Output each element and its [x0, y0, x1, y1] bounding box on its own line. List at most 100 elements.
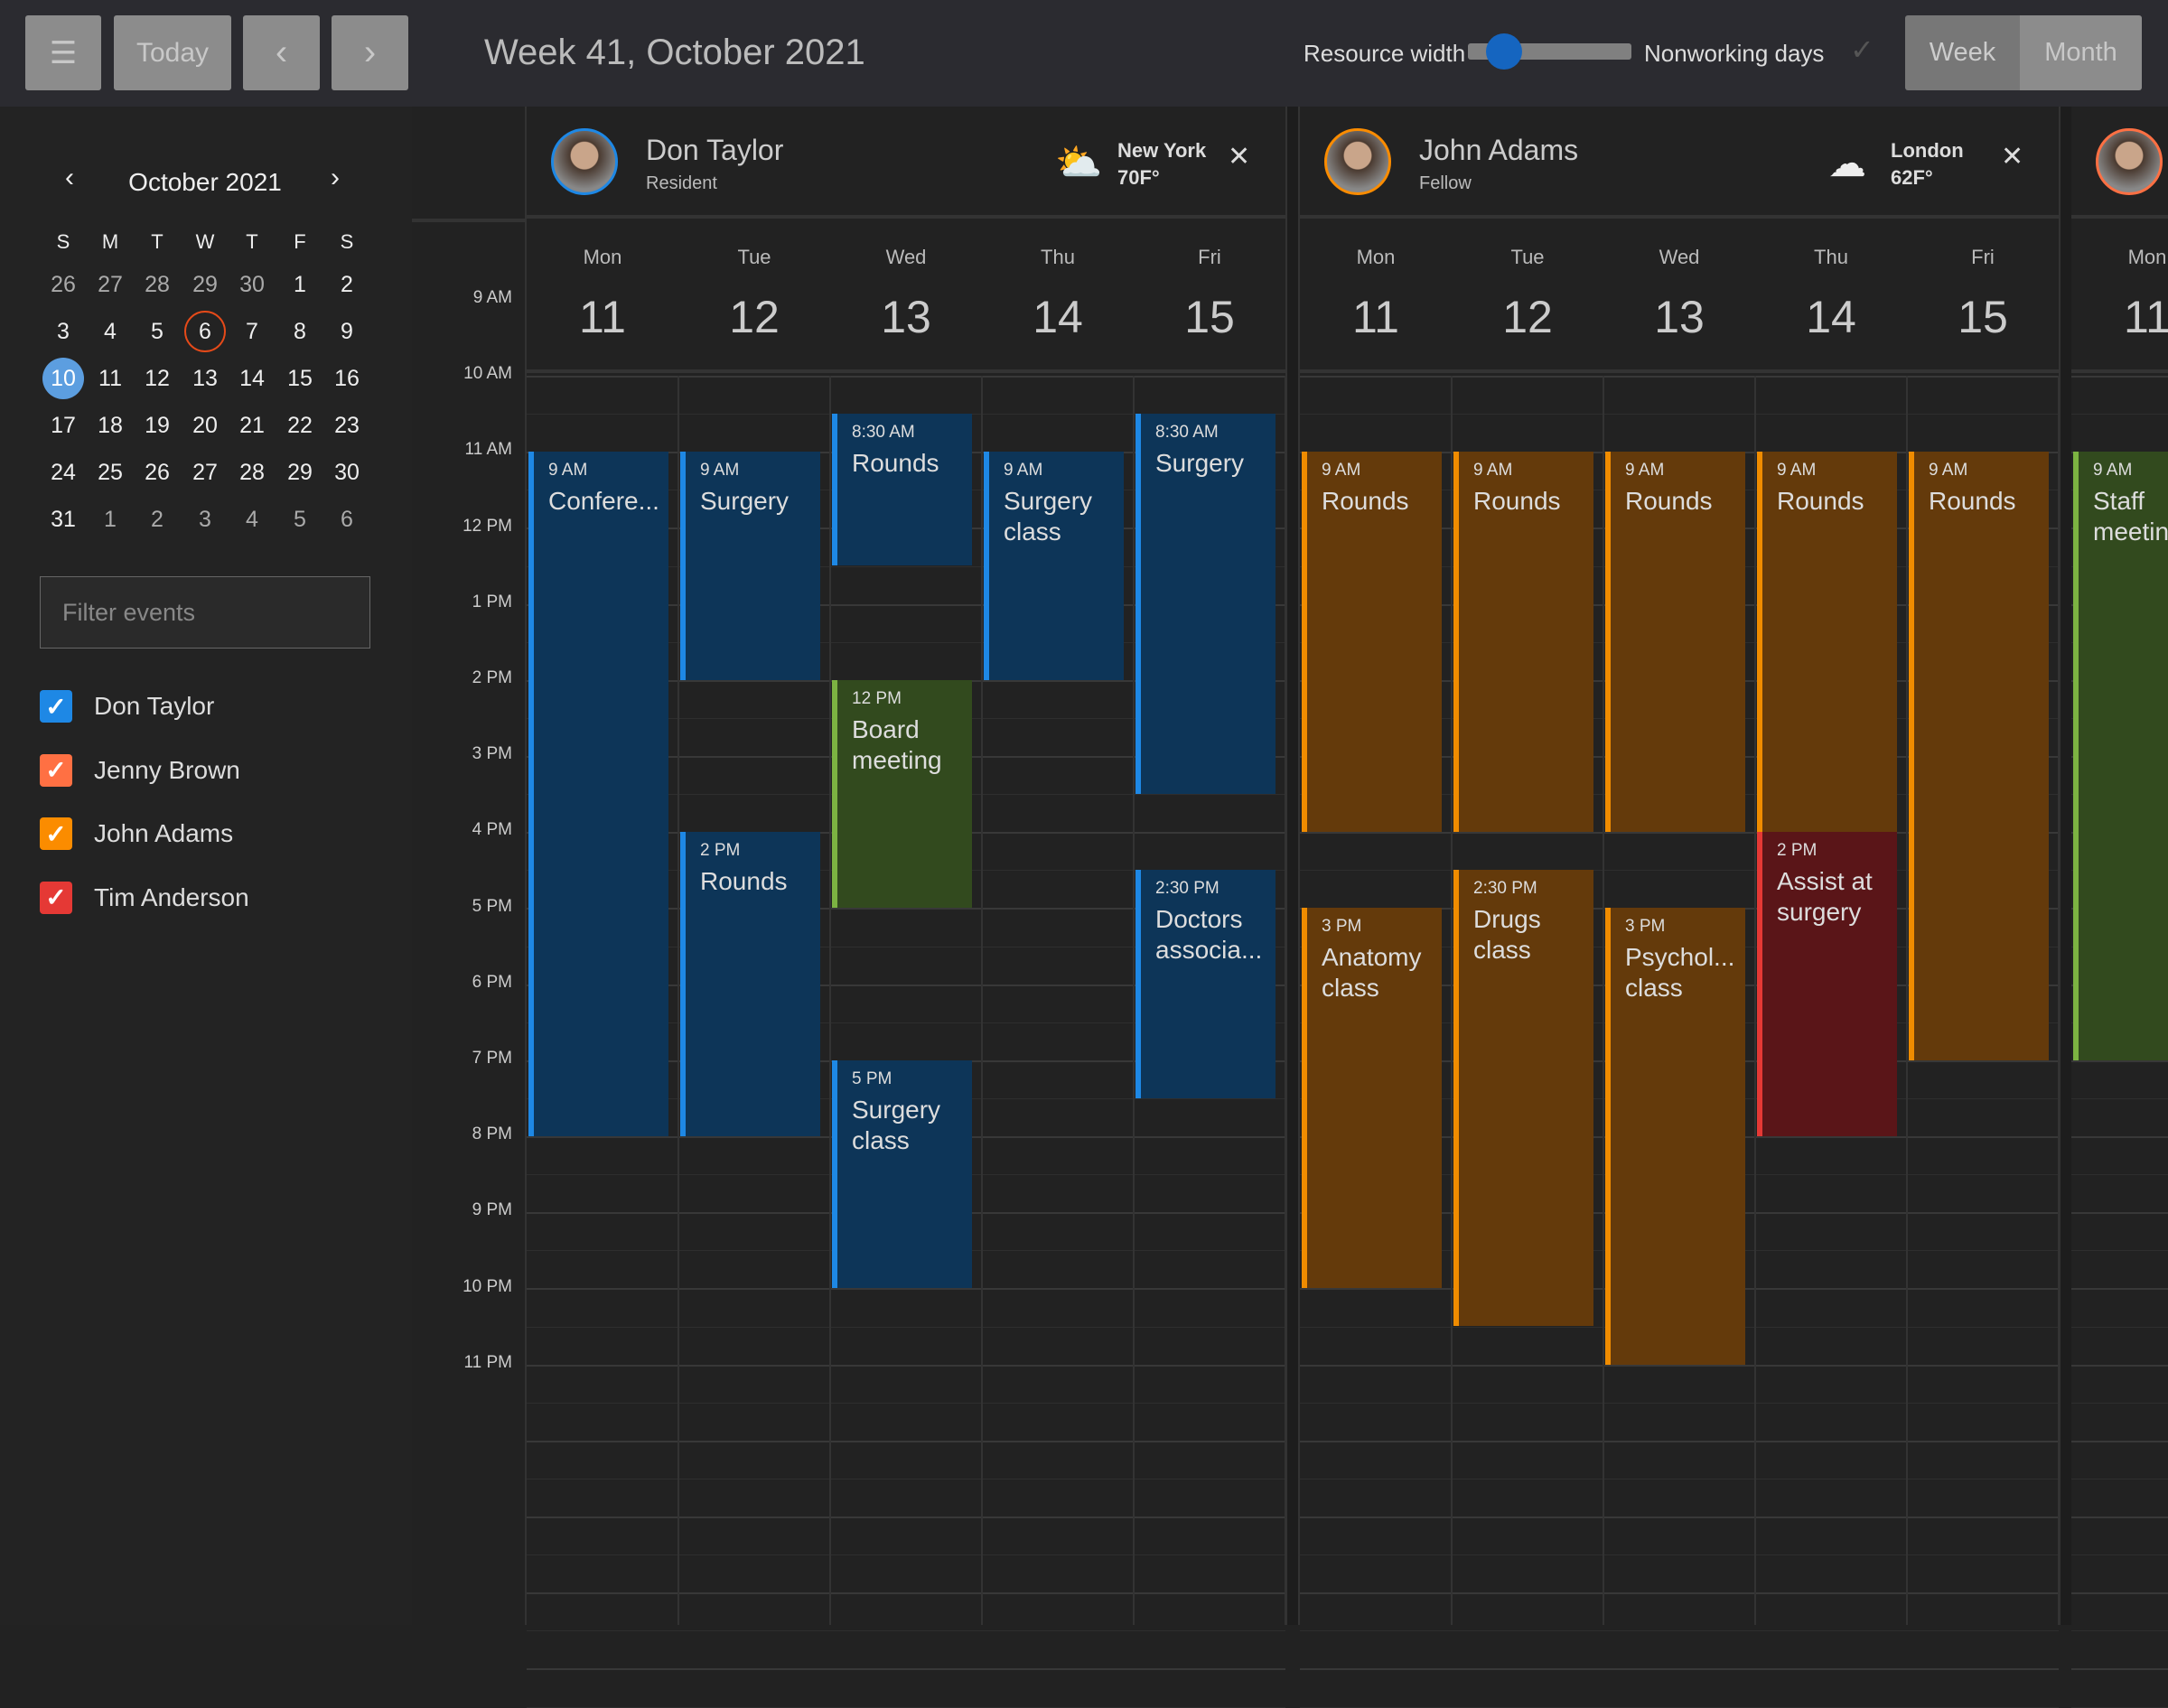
mini-cal-day[interactable]: 29	[279, 452, 321, 493]
mini-cal-day[interactable]: 1	[279, 264, 321, 305]
mini-cal-day[interactable]: 14	[231, 358, 273, 399]
mini-cal-day[interactable]: 2	[136, 499, 178, 540]
mini-cal-day[interactable]: 3	[184, 499, 226, 540]
menu-button[interactable]: ☰	[25, 15, 101, 90]
day-name: Thu	[1814, 246, 1848, 268]
mini-cal-day[interactable]: 29	[184, 264, 226, 305]
mini-cal-day[interactable]: 24	[42, 452, 84, 493]
event[interactable]: 9 AM Rounds	[1302, 452, 1442, 833]
mini-cal-day[interactable]: 21	[231, 405, 273, 446]
mini-cal-day[interactable]: 20	[184, 405, 226, 446]
day-header[interactable]: Thu 14	[982, 219, 1134, 373]
mini-cal-prev[interactable]: ‹	[65, 163, 74, 193]
checkbox[interactable]: ✓	[40, 753, 72, 787]
filter-events-input[interactable]: Filter events	[40, 576, 370, 649]
mini-cal-day[interactable]: 27	[184, 452, 226, 493]
event-time: 9 AM	[1929, 461, 1968, 481]
event[interactable]: 2:30 PM Doctors associa...	[1135, 870, 1276, 1098]
mini-cal-day[interactable]: 22	[279, 405, 321, 446]
mini-cal-day[interactable]: 18	[89, 405, 131, 446]
day-header[interactable]: Mon 11	[1300, 219, 1452, 373]
view-week-button[interactable]: Week	[1905, 15, 2020, 90]
mini-cal-day[interactable]: 27	[89, 264, 131, 305]
mini-cal-day[interactable]: 11	[89, 358, 131, 399]
event[interactable]: 9 AM Rounds	[1453, 452, 1593, 833]
mini-cal-day[interactable]: 13	[184, 358, 226, 399]
mini-cal-day[interactable]: 5	[136, 311, 178, 352]
event[interactable]: 9 AM Surgery	[680, 452, 820, 680]
mini-cal-day[interactable]: 1	[89, 499, 131, 540]
mini-cal-day[interactable]: 19	[136, 405, 178, 446]
mini-cal-day[interactable]: 4	[89, 311, 131, 352]
mini-cal-day[interactable]: 6	[326, 499, 368, 540]
event[interactable]: 9 AM Staff meetin	[2073, 452, 2168, 1060]
close-icon[interactable]: ✕	[1228, 141, 1250, 173]
prev-week-button[interactable]: ‹	[243, 15, 320, 90]
resource-filter-item[interactable]: ✓ John Adams	[40, 817, 233, 851]
mini-cal-day[interactable]: 28	[231, 452, 273, 493]
event[interactable]: 3 PM Anatomy class	[1302, 908, 1442, 1289]
resource-filter-item[interactable]: ✓ Don Taylor	[40, 689, 214, 723]
event[interactable]: 3 PM Psychol... class	[1605, 908, 1745, 1365]
event[interactable]: 9 AM Surgery class	[984, 452, 1124, 680]
mini-cal-day[interactable]: 26	[42, 264, 84, 305]
mini-cal-day[interactable]: 30	[231, 264, 273, 305]
event[interactable]: 9 AM Rounds	[1605, 452, 1745, 833]
event[interactable]: 8:30 AM Surgery	[1135, 414, 1276, 795]
mini-cal-day[interactable]: 25	[89, 452, 131, 493]
mini-cal-day[interactable]: 28	[136, 264, 178, 305]
mini-cal-day[interactable]: 2	[326, 264, 368, 305]
resource-filter-item[interactable]: ✓ Tim Anderson	[40, 881, 249, 915]
mini-cal-day[interactable]: 10	[42, 358, 84, 399]
mini-cal-day[interactable]: 16	[326, 358, 368, 399]
grid-line	[1300, 1364, 2059, 1367]
event[interactable]: 2:30 PM Drugs class	[1453, 870, 1593, 1327]
day-header[interactable]: Mon 11	[527, 219, 678, 373]
day-header[interactable]: Tue 12	[1452, 219, 1603, 373]
day-header[interactable]: Thu 14	[1755, 219, 1907, 373]
mini-cal-day[interactable]: 4	[231, 499, 273, 540]
event-time: 8:30 AM	[852, 423, 915, 443]
mini-cal-day[interactable]: 3	[42, 311, 84, 352]
mini-cal-day[interactable]: 17	[42, 405, 84, 446]
day-header[interactable]: Tue 12	[678, 219, 830, 373]
event[interactable]: 12 PM Board meeting	[832, 679, 972, 909]
mini-cal-day[interactable]: 23	[326, 405, 368, 446]
mini-cal-day[interactable]: 5	[279, 499, 321, 540]
day-header[interactable]: Mon 11	[2071, 219, 2168, 373]
nonworking-days-checkbox[interactable]: ✓	[1850, 33, 1874, 67]
checkbox[interactable]: ✓	[40, 817, 72, 850]
checkbox[interactable]: ✓	[40, 881, 72, 914]
mini-cal-day[interactable]: 6	[184, 311, 226, 352]
next-week-button[interactable]: ›	[332, 15, 408, 90]
event[interactable]: 9 AM Confere...	[528, 452, 668, 1136]
day-header[interactable]: Wed 13	[1603, 219, 1755, 373]
day-header[interactable]: Wed 13	[830, 219, 982, 373]
resource-header: Don Taylor Resident ⛅ New York 70F° ✕	[527, 107, 1285, 219]
resource-filter-item[interactable]: ✓ Jenny Brown	[40, 753, 240, 788]
checkbox[interactable]: ✓	[40, 690, 72, 723]
mini-cal-day[interactable]: 31	[42, 499, 84, 540]
mini-cal-day[interactable]: 15	[279, 358, 321, 399]
grid-line	[527, 1402, 1285, 1404]
mini-cal-day[interactable]: 12	[136, 358, 178, 399]
event[interactable]: 9 AM Rounds	[1909, 452, 2049, 1060]
slider-thumb[interactable]	[1486, 33, 1522, 70]
event[interactable]: 9 AM Rounds	[1757, 452, 1897, 833]
mini-cal-day[interactable]: 7	[231, 311, 273, 352]
event[interactable]: 8:30 AM Rounds	[832, 414, 972, 566]
mini-cal-day[interactable]: 9	[326, 311, 368, 352]
day-header[interactable]: Fri 15	[1907, 219, 2059, 373]
today-button[interactable]: Today	[114, 15, 231, 90]
event[interactable]: 5 PM Surgery class	[832, 1059, 972, 1289]
mini-cal-next[interactable]: ›	[331, 163, 340, 193]
day-header[interactable]: Fri 15	[1134, 219, 1285, 373]
time-label: 2 PM	[472, 668, 512, 687]
view-month-button[interactable]: Month	[2020, 15, 2142, 90]
event[interactable]: 2 PM Rounds	[680, 832, 820, 1136]
mini-cal-day[interactable]: 8	[279, 311, 321, 352]
mini-cal-day[interactable]: 30	[326, 452, 368, 493]
close-icon[interactable]: ✕	[2001, 141, 2023, 173]
event[interactable]: 2 PM Assist at surgery	[1757, 832, 1897, 1136]
mini-cal-day[interactable]: 26	[136, 452, 178, 493]
